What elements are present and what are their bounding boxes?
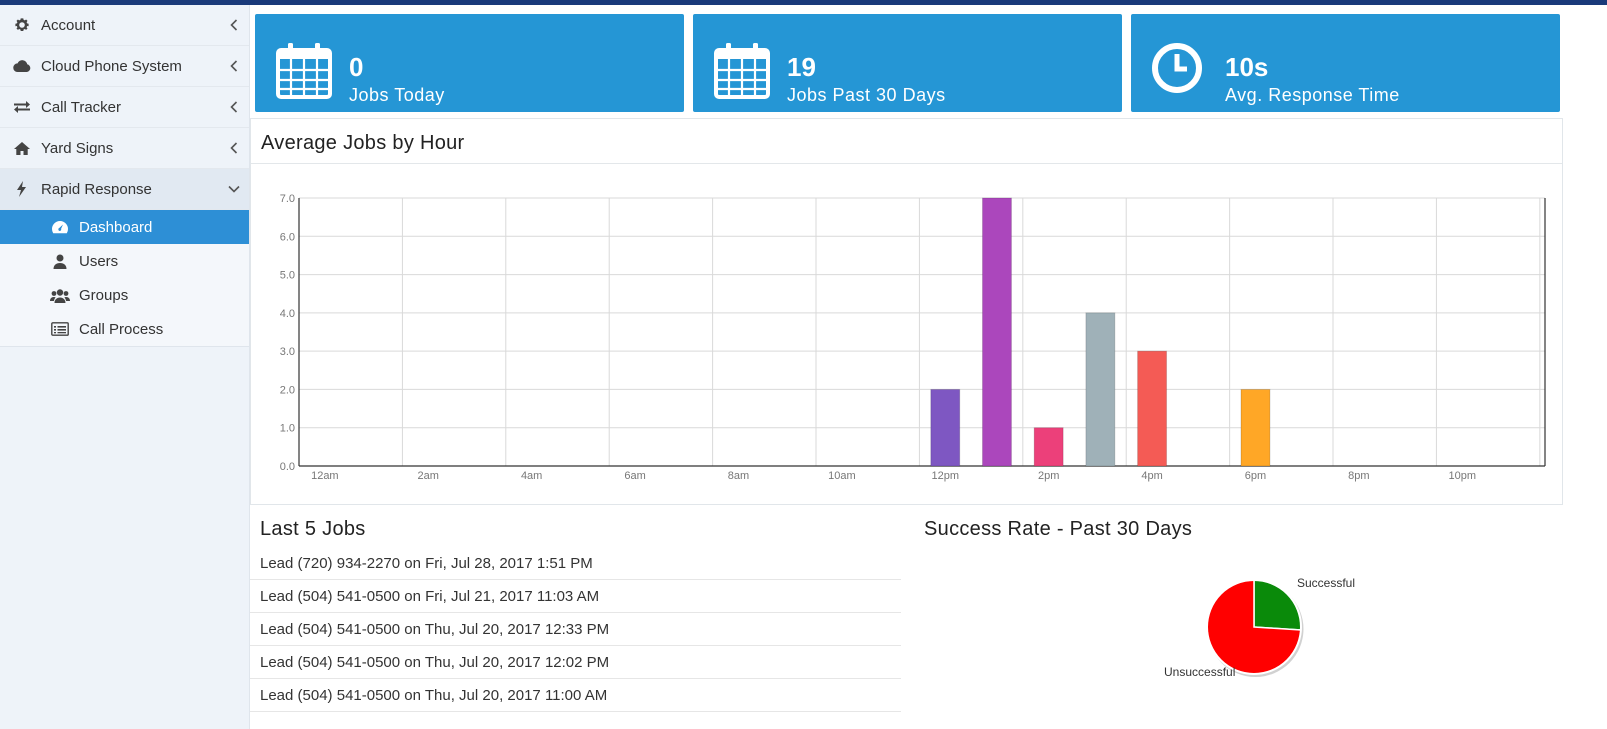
x-tick-label: 8pm [1348,470,1369,482]
x-tick-label: 12am [311,470,339,482]
x-tick-label: 6am [624,470,645,482]
rapid-response-submenu: Dashboard Users Groups Call Process [0,210,249,347]
y-tick-label: 4.0 [280,308,295,320]
sidebar-item-call-tracker[interactable]: Call Tracker [0,87,249,128]
sidebar-item-cloud-phone-system[interactable]: Cloud Phone System [0,46,249,87]
sidebar-item-users[interactable]: Users [0,244,249,278]
pie-label-unsuccessful: Unsuccessful [1164,665,1236,679]
x-tick-label: 10am [828,470,856,482]
y-tick-label: 2.0 [280,384,295,396]
y-tick-label: 7.0 [280,193,295,205]
job-row[interactable]: Lead (504) 541-0500 on Thu, Jul 20, 2017… [250,646,901,679]
stat-card-jobs-today: 0 Jobs Today [255,14,684,112]
calendar-icon [275,41,333,99]
y-tick-label: 3.0 [280,346,295,358]
last-jobs-title: Last 5 Jobs [260,518,366,540]
calendar-icon [713,41,771,99]
list-icon [50,321,70,337]
last-jobs-list: Lead (720) 934-2270 on Fri, Jul 28, 2017… [250,547,901,712]
x-tick-label: 4am [521,470,542,482]
gear-icon [12,16,32,34]
average-jobs-panel: Average Jobs by Hour 0.0 1.0 2.0 3.0 4.0 5.0 6… [250,118,1563,505]
stat-value: 19 [787,52,816,82]
job-row[interactable]: Lead (504) 541-0500 on Thu, Jul 20, 2017… [250,679,901,712]
stat-card-jobs-past-30-days: 19 Jobs Past 30 Days [693,14,1122,112]
chevron-left-icon [219,19,249,31]
sidebar-item-label: Rapid Response [41,180,152,198]
dashboard-icon [50,219,70,235]
sidebar-item-label: Cloud Phone System [41,57,182,75]
x-tick-label: 4pm [1141,470,1162,482]
stat-value: 10s [1225,52,1269,82]
sidebar-item-yard-signs[interactable]: Yard Signs [0,128,249,169]
sidebar-item-account[interactable]: Account [0,5,249,46]
bar-4pm [1137,350,1168,467]
pie-label-successful: Successful [1297,576,1356,590]
stat-card-avg-response-time: 10s Avg. Response Time [1131,14,1560,112]
stat-value: 0 [349,52,364,82]
cloud-icon [12,57,32,75]
sidebar-item-label: Call Tracker [41,98,122,116]
stat-label: Jobs Today [349,85,445,105]
users-icon [50,287,70,303]
bar-2pm [1033,427,1064,467]
job-row[interactable]: Lead (720) 934-2270 on Fri, Jul 28, 2017… [250,547,901,580]
x-tick-label: 2am [418,470,439,482]
bar-6pm [1240,388,1271,467]
stat-label: Jobs Past 30 Days [787,85,946,105]
sidebar-item-groups[interactable]: Groups [0,278,249,312]
sidebar-item-label: Groups [79,286,129,304]
user-icon [50,253,70,269]
x-tick-label: 12pm [931,470,959,482]
y-tick-label: 1.0 [280,423,295,435]
y-tick-label: 0.0 [280,461,295,473]
success-rate-title: Success Rate - Past 30 Days [924,518,1193,540]
x-tick-label: 8am [728,470,749,482]
bolt-icon [12,180,32,198]
chevron-down-icon [219,185,249,193]
x-tick-label: 10pm [1449,470,1477,482]
bar-12pm [930,388,961,467]
exchange-icon [12,98,32,116]
x-tick-label: 2pm [1038,470,1059,482]
x-tick-label: 6pm [1245,470,1266,482]
sidebar-item-rapid-response[interactable]: Rapid Response [0,169,249,210]
sidebar-item-dashboard[interactable]: Dashboard [0,210,249,244]
chevron-left-icon [219,142,249,154]
sidebar-item-label: Yard Signs [41,139,114,157]
home-icon [12,139,32,157]
clock-icon [1151,41,1209,99]
average-jobs-chart: 0.0 1.0 2.0 3.0 4.0 5.0 6.0 7.0 12am 2am 4am 6am 8am… [280,193,1546,482]
sidebar: Account Cloud Phone System Call Tracker … [0,5,250,729]
sidebar-item-call-process[interactable]: Call Process [0,312,249,346]
bar-1pm [981,197,1012,467]
bar-3pm [1085,312,1116,467]
sidebar-item-label: Account [41,16,96,34]
y-tick-label: 6.0 [280,231,295,243]
pie-slice-successful [1253,579,1302,631]
sidebar-item-label: Call Process [79,320,164,338]
success-rate-pie: Successful Unsuccessful [1150,565,1410,690]
job-row[interactable]: Lead (504) 541-0500 on Thu, Jul 20, 2017… [250,613,901,646]
chevron-left-icon [219,101,249,113]
job-row[interactable]: Lead (504) 541-0500 on Fri, Jul 21, 2017… [250,580,901,613]
sidebar-item-label: Dashboard [79,218,153,236]
y-tick-label: 5.0 [280,270,295,282]
stat-label: Avg. Response Time [1225,85,1400,105]
chevron-left-icon [219,60,249,72]
sidebar-item-label: Users [79,252,119,270]
